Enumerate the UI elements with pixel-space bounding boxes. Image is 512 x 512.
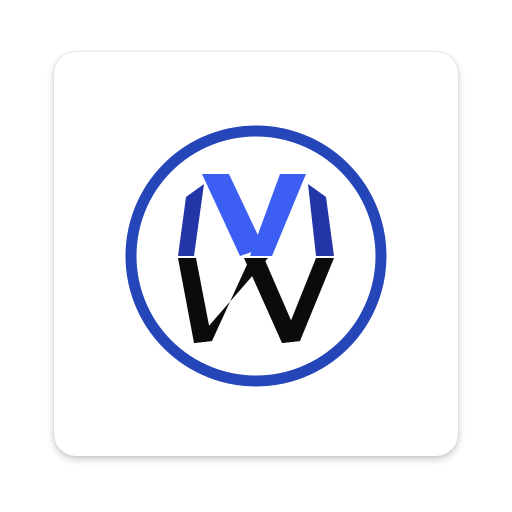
logo-upper-left-side [178, 184, 204, 256]
logo-upper-right-stroke [250, 174, 306, 256]
logo-lower-right-leg [282, 258, 334, 343]
app-icon-screen [0, 0, 512, 512]
logo-upper-right-side [308, 184, 334, 256]
vw-monogram-logo-icon [125, 125, 387, 387]
app-icon-tile[interactable] [54, 52, 458, 456]
